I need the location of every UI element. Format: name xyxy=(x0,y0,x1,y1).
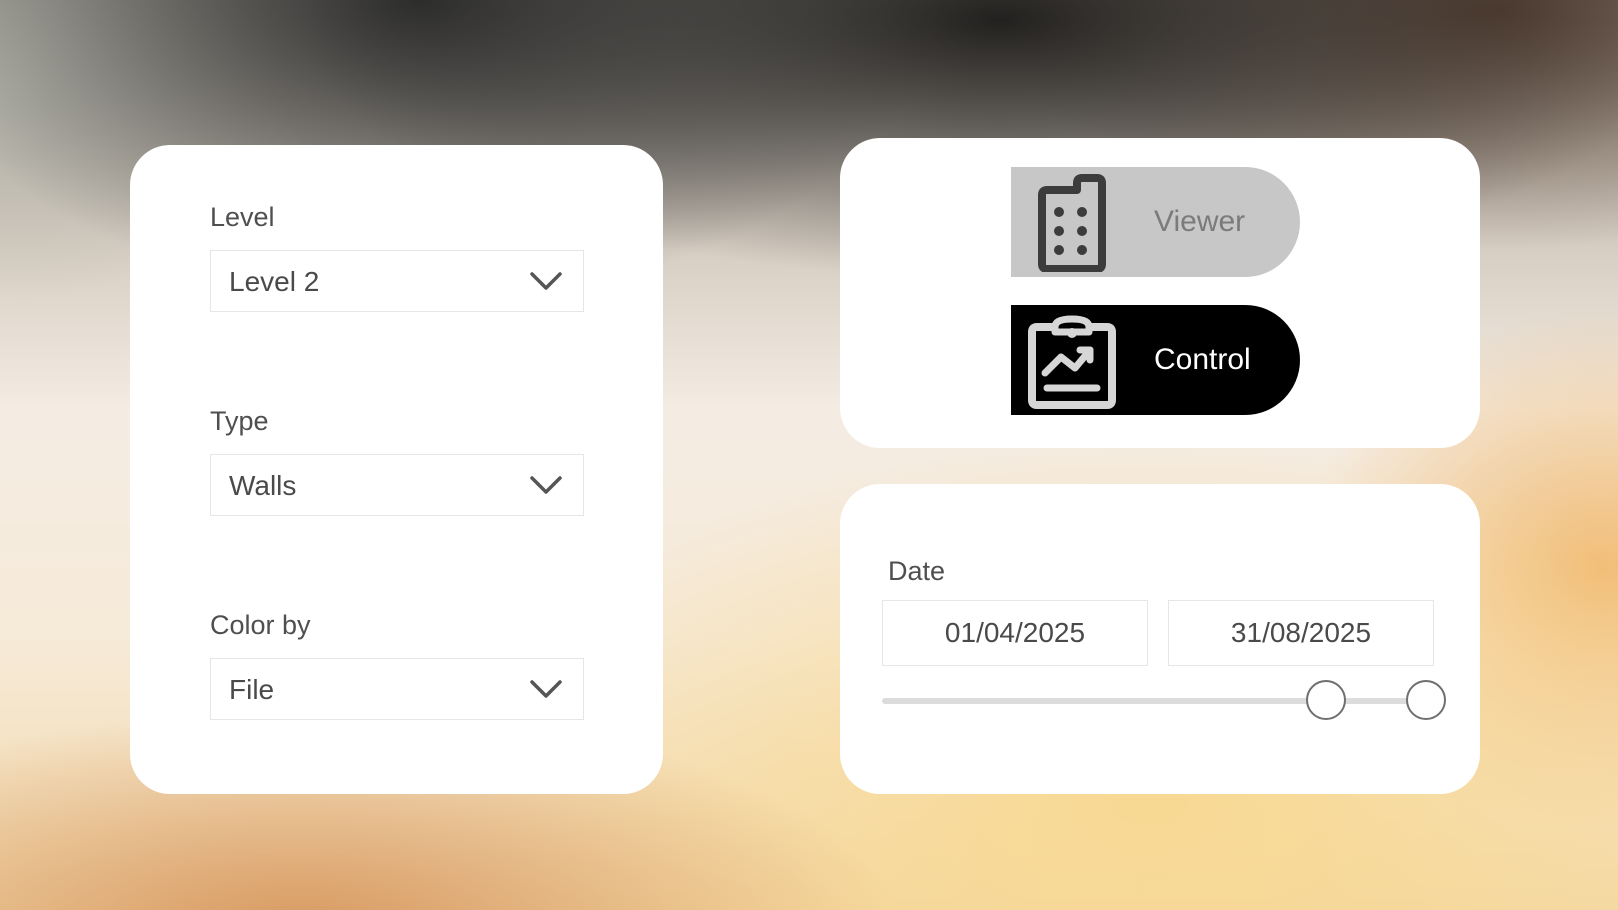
mode-panel: Viewer Control xyxy=(840,138,1480,448)
viewer-mode-label: Viewer xyxy=(1154,205,1246,238)
start-date-field[interactable]: 01/04/2025 xyxy=(882,600,1148,666)
end-date-slider-handle[interactable] xyxy=(1405,680,1446,720)
type-select[interactable]: Walls xyxy=(210,454,584,516)
type-select-value: Walls xyxy=(229,470,297,501)
level-select[interactable]: Level 2 xyxy=(210,250,584,312)
viewer-mode-button[interactable]: Viewer xyxy=(1011,167,1300,277)
color-by-label: Color by xyxy=(210,610,311,640)
date-range-slider-track[interactable] xyxy=(882,698,1437,704)
level-select-value: Level 2 xyxy=(229,266,320,297)
color-by-select[interactable]: File xyxy=(210,658,584,720)
control-mode-button[interactable]: Control xyxy=(1011,305,1300,415)
end-date-value: 31/08/2025 xyxy=(1230,617,1372,648)
chevron-down-icon xyxy=(530,272,562,290)
date-panel: Date 01/04/2025 31/08/2025 xyxy=(840,484,1480,794)
chevron-down-icon xyxy=(530,476,562,494)
building-icon xyxy=(1038,174,1106,272)
filters-panel: Level Level 2 Type Walls Color by File xyxy=(130,145,663,794)
color-by-select-value: File xyxy=(229,674,275,705)
start-date-value: 01/04/2025 xyxy=(944,617,1086,648)
control-mode-label: Control xyxy=(1154,343,1251,376)
end-date-field[interactable]: 31/08/2025 xyxy=(1168,600,1434,666)
clipboard-chart-icon xyxy=(1028,315,1116,409)
date-label: Date xyxy=(888,556,946,586)
type-label: Type xyxy=(210,406,269,436)
level-label: Level xyxy=(210,202,275,232)
chevron-down-icon xyxy=(530,680,562,698)
start-date-slider-handle[interactable] xyxy=(1306,680,1346,720)
